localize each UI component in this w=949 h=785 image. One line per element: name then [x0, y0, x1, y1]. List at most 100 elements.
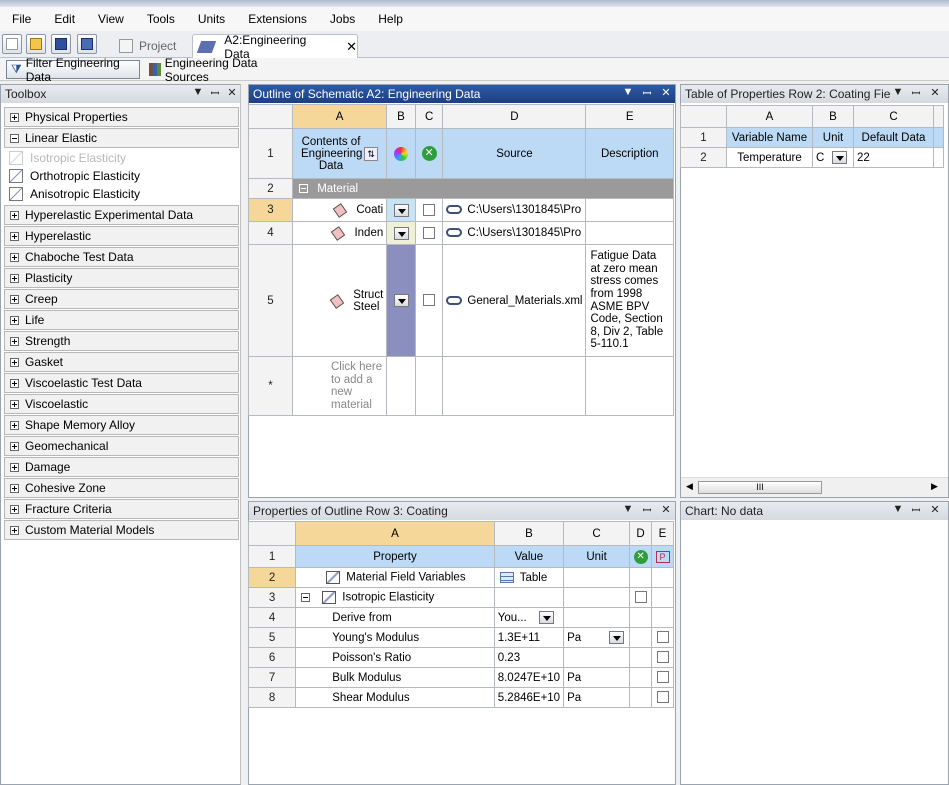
pin-icon[interactable]: ꟷ [640, 86, 654, 101]
dropdown-arrow-icon[interactable]: ▼ [621, 86, 635, 98]
toolbox-category[interactable]: Creep [4, 289, 239, 309]
color-cell[interactable] [386, 244, 416, 357]
toolbox-category[interactable]: Geomechanical [4, 436, 239, 456]
expand-icon[interactable] [10, 210, 19, 220]
parameter-cell[interactable] [651, 667, 674, 688]
row-header[interactable]: 3 [248, 198, 293, 222]
property-cell[interactable]: Bulk Modulus [295, 667, 495, 688]
property-cell[interactable]: Material Field Variables [295, 567, 495, 588]
material-group-row[interactable]: Material [291, 178, 675, 199]
toolbox-category[interactable]: Cohesive Zone [4, 478, 239, 498]
close-icon[interactable]: ✕ [928, 86, 942, 99]
dropdown-arrow-icon[interactable]: ▼ [621, 503, 635, 515]
column-header[interactable]: D [442, 104, 587, 129]
expand-icon[interactable] [10, 315, 19, 325]
column-header[interactable]: A [291, 104, 388, 129]
sort-icon[interactable]: ⇅ [364, 146, 379, 161]
column-header[interactable]: B [493, 521, 565, 546]
property-cell[interactable]: Isotropic Elasticity [295, 587, 495, 608]
pin-icon[interactable]: ꟷ [640, 503, 654, 518]
toolbox-category[interactable]: Chaboche Test Data [4, 247, 239, 267]
parameter-cell[interactable] [651, 627, 674, 648]
close-icon[interactable]: ✕ [659, 503, 673, 516]
parameter-checkbox[interactable] [656, 671, 669, 684]
toolbox-category[interactable]: Linear Elastic [4, 128, 239, 148]
expand-icon[interactable] [10, 336, 19, 346]
column-header[interactable]: C [853, 105, 934, 128]
property-cell[interactable]: Poisson's Ratio [295, 647, 495, 668]
menu-units[interactable]: Units [186, 12, 236, 26]
row-header[interactable]: 6 [247, 647, 297, 668]
column-header[interactable]: C [563, 521, 631, 546]
menu-file[interactable]: File [0, 12, 42, 26]
toolbox-category[interactable]: Plasticity [4, 268, 239, 288]
source-cell[interactable]: C:\Users\1301845\Pro [442, 221, 587, 245]
column-header[interactable]: E [651, 521, 674, 546]
expand-icon[interactable] [10, 252, 19, 262]
column-header[interactable]: A [295, 521, 495, 546]
expand-icon[interactable] [10, 504, 19, 514]
toolbox-category[interactable]: Gasket [4, 352, 239, 372]
parameter-checkbox[interactable] [656, 691, 669, 704]
color-cell[interactable] [386, 198, 416, 222]
column-header[interactable]: C [414, 104, 444, 129]
new-button[interactable] [2, 34, 22, 54]
unit-cell[interactable]: Pa [563, 627, 631, 648]
variable-name-cell[interactable]: Temperature [726, 147, 813, 168]
dropdown-arrow-icon[interactable] [393, 203, 409, 217]
pin-icon[interactable]: ꟷ [208, 86, 222, 101]
column-header[interactable]: B [386, 104, 416, 129]
suppress-checkbox[interactable] [634, 591, 647, 604]
suppress-cell[interactable] [414, 244, 444, 357]
row-header[interactable]: 5 [247, 627, 297, 648]
engineering-data-sources-button[interactable]: Engineering Data Sources [145, 56, 295, 84]
column-header[interactable]: B [812, 105, 854, 128]
horizontal-scrollbar[interactable]: ◀ III ▶ [681, 477, 948, 497]
expand-icon[interactable] [10, 525, 19, 535]
suppress-checkbox[interactable] [423, 294, 436, 307]
property-cell[interactable]: Derive from [295, 607, 495, 628]
toolbox-item-orthotropic[interactable]: Orthotropic Elasticity [9, 167, 140, 185]
filter-engineering-data-button[interactable]: ⧩ Filter Engineering Data [6, 56, 140, 84]
toolbox-category[interactable]: Physical Properties [4, 107, 239, 127]
toolbox-item-anisotropic[interactable]: Anisotropic Elasticity [9, 185, 140, 203]
description-cell[interactable] [585, 221, 674, 245]
dropdown-arrow-icon[interactable] [393, 294, 409, 307]
suppress-checkbox[interactable] [423, 203, 436, 216]
material-name-cell[interactable]: Struct Steel [291, 244, 388, 357]
material-name-cell[interactable]: Coati [291, 198, 388, 222]
column-header[interactable]: D [629, 521, 652, 546]
close-icon[interactable]: ✕ [225, 86, 239, 99]
unit-dropdown[interactable] [609, 631, 625, 644]
tab-project[interactable]: Project [115, 34, 187, 58]
value-cell[interactable]: 5.2846E+10 [493, 687, 565, 708]
toolbox-category[interactable]: Fracture Criteria [4, 499, 239, 519]
suppress-cell[interactable] [629, 587, 652, 608]
suppress-cell[interactable] [414, 198, 444, 222]
description-cell[interactable] [585, 198, 674, 222]
row-header[interactable]: 4 [248, 221, 293, 245]
pin-icon[interactable]: ꟷ [909, 503, 923, 518]
parameter-cell[interactable] [651, 687, 674, 708]
expand-icon[interactable] [10, 357, 19, 367]
dropdown-arrow-icon[interactable]: ▼ [891, 503, 905, 515]
column-header[interactable]: E [585, 104, 674, 129]
row-header[interactable]: 3 [247, 587, 297, 608]
toolbox-category[interactable]: Viscoelastic Test Data [4, 373, 239, 393]
expand-icon[interactable] [10, 294, 19, 304]
save-button[interactable] [51, 34, 71, 54]
menu-extensions[interactable]: Extensions [236, 12, 318, 26]
expand-icon[interactable] [10, 441, 19, 451]
suppress-cell[interactable] [414, 221, 444, 245]
value-cell[interactable]: Table [493, 567, 565, 588]
toolbox-category[interactable]: Hyperelastic Experimental Data [4, 205, 239, 225]
row-header[interactable]: 8 [247, 687, 297, 708]
description-cell[interactable]: Fatigue Data at zero mean stress comes f… [585, 244, 674, 357]
menu-help[interactable]: Help [366, 12, 414, 26]
toolbox-category[interactable]: Shape Memory Alloy [4, 415, 239, 435]
expand-icon[interactable] [10, 483, 19, 493]
default-data-cell[interactable]: 22 [853, 147, 934, 168]
expand-icon[interactable] [10, 112, 19, 122]
scroll-thumb[interactable]: III [698, 481, 822, 494]
toolbox-category[interactable]: Hyperelastic [4, 226, 239, 246]
